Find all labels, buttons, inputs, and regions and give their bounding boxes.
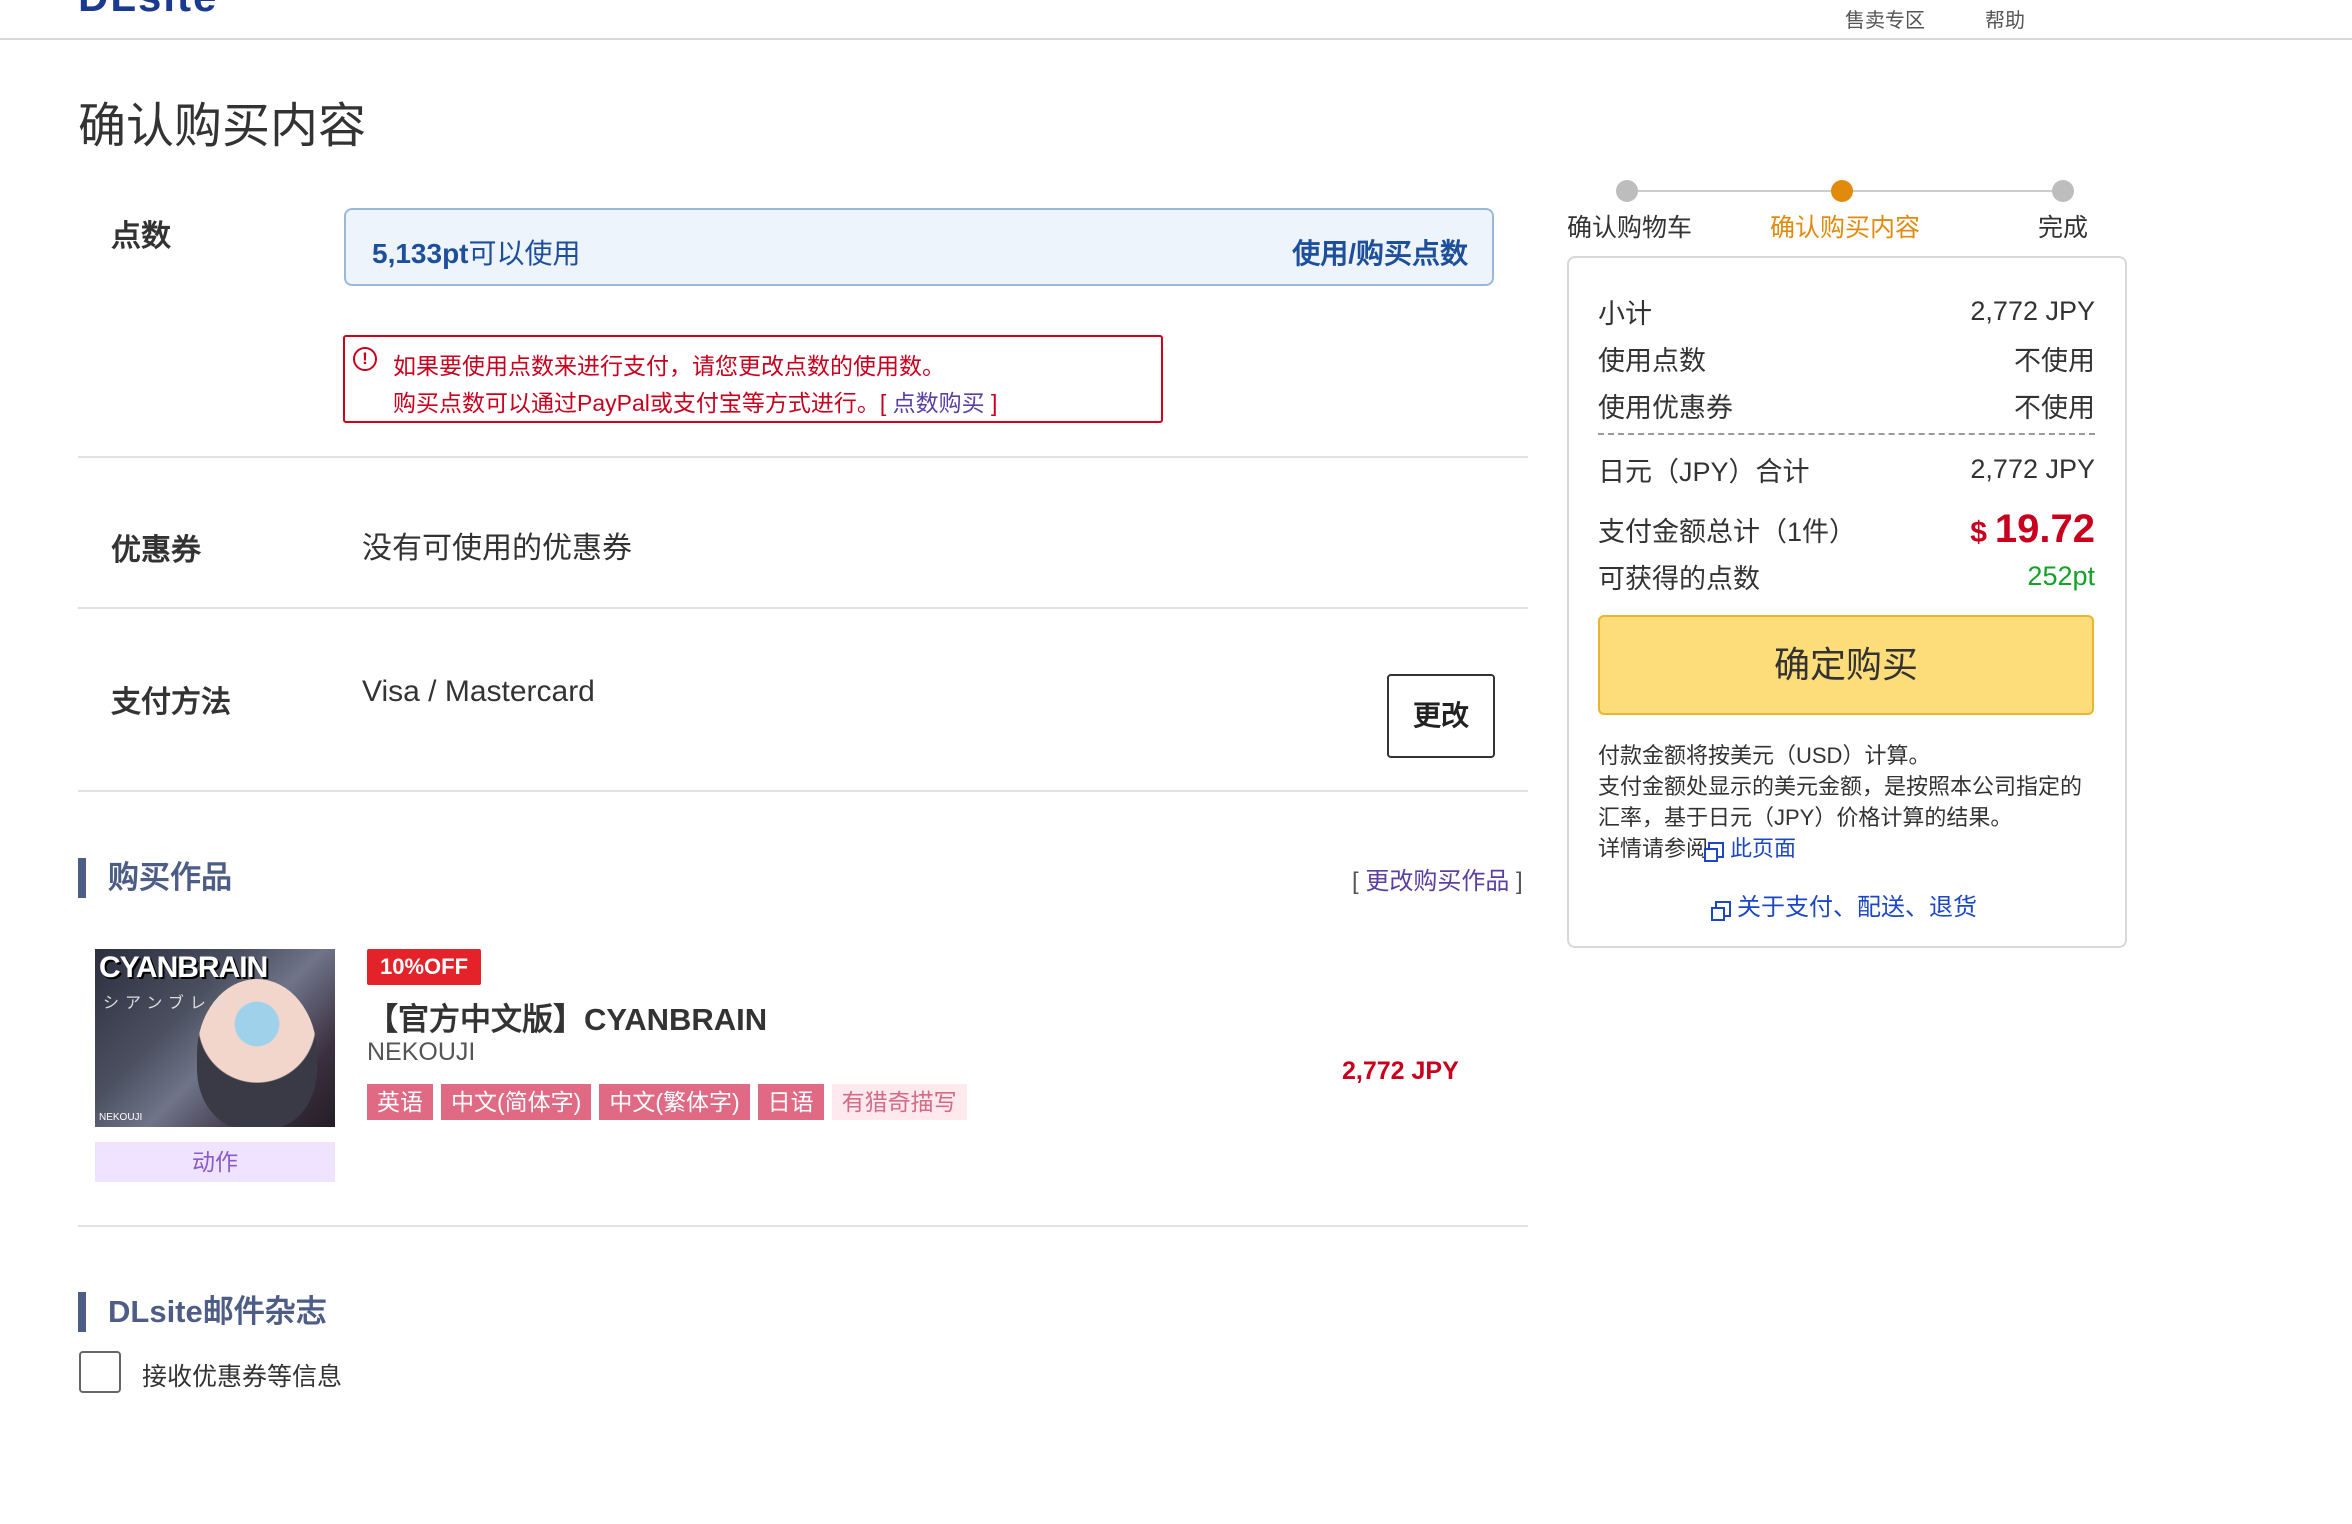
thumbnail-subtitle: シアンブレイン xyxy=(103,995,256,1012)
points-warning: ! 如果要使用点数来进行支付，请您更改点数的使用数。 购买点数可以通过PayPa… xyxy=(343,335,1163,423)
coupon-used-row: 使用优惠券 不使用 xyxy=(1598,392,2095,423)
warning-line-2: 购买点数可以通过PayPal或支付宝等方式进行。[ 点数购买 ] xyxy=(393,390,998,416)
external-link-icon xyxy=(1711,900,1731,921)
tag-chinese-traditional: 中文(繁体字) xyxy=(599,1084,750,1120)
step-dot-confirm xyxy=(1831,180,1853,202)
change-items-anchor[interactable]: 更改购买作品 xyxy=(1365,868,1509,895)
tag-chinese-simplified: 中文(简体字) xyxy=(441,1084,592,1120)
warning-line-1: 如果要使用点数来进行支付，请您更改点数的使用数。 xyxy=(393,353,945,379)
newsletter-checkbox[interactable] xyxy=(79,1351,121,1393)
summary-divider xyxy=(1598,433,2095,435)
divider xyxy=(78,456,1528,458)
coupon-value: 没有可使用的优惠券 xyxy=(362,532,632,565)
step-label-cart: 确认购物车 xyxy=(1567,214,1693,242)
payment-policy-link[interactable]: 关于支付、配送、退货 xyxy=(1711,887,1977,922)
earn-points-row: 可获得的点数 252pt xyxy=(1598,560,2095,594)
divider xyxy=(78,607,1528,609)
product-thumbnail[interactable]: CYANBRAIN シアンブレイン NEKOUJI xyxy=(95,949,335,1127)
product-price: 2,772 JPY xyxy=(1342,1057,1459,1085)
thumbnail-brand: NEKOUJI xyxy=(99,1112,143,1123)
genre-badge[interactable]: 动作 xyxy=(95,1142,335,1182)
section-title-newsletter: DLsite邮件杂志 xyxy=(78,1292,327,1332)
step-label-complete: 完成 xyxy=(2038,214,2089,242)
buy-points-link[interactable]: 点数购买 xyxy=(893,390,985,416)
divider xyxy=(78,1225,1528,1227)
step-dot-complete xyxy=(2052,180,2074,202)
divider xyxy=(78,790,1528,792)
tag-japanese: 日语 xyxy=(757,1084,824,1120)
points-used-row: 使用点数 不使用 xyxy=(1598,345,2095,376)
note-line-3: 汇率，基于日元（JPY）价格计算的结果。 xyxy=(1598,805,2013,830)
external-link-icon xyxy=(1704,842,1725,863)
tag-content-warning: 有猎奇描写 xyxy=(831,1084,967,1120)
details-page-link[interactable]: 此页面 xyxy=(1704,836,1796,863)
points-box: 5,133pt可以使用 使用/购买点数 xyxy=(344,208,1494,286)
step-label-confirm: 确认购买内容 xyxy=(1770,214,1921,242)
note-line-2: 支付金额处显示的美元金额，是按照本公司指定的 xyxy=(1598,774,2083,799)
product-title[interactable]: 【官方中文版】CYANBRAIN xyxy=(367,994,767,1039)
note-line-4: 详情请参阅 此页面 xyxy=(1598,836,1797,863)
subtotal-row: 小计 2,772 JPY xyxy=(1598,295,2095,329)
payment-method-value: Visa / Mastercard xyxy=(362,675,595,708)
confirm-purchase-button[interactable]: 确定购买 xyxy=(1598,615,2094,715)
thumbnail-title: CYANBRAIN xyxy=(99,951,268,984)
change-payment-button[interactable]: 更改 xyxy=(1387,674,1495,758)
product-tags: 英语 中文(简体字) 中文(繁体字) 日语 有猎奇描写 xyxy=(367,1084,967,1120)
points-available: 5,133pt可以使用 xyxy=(372,238,581,269)
tag-english: 英语 xyxy=(367,1084,433,1120)
sales-area-link[interactable]: 售卖专区 xyxy=(1845,4,1925,33)
section-title-items: 购买作品 xyxy=(78,858,232,898)
note-line-1: 付款金额将按美元（USD）计算。 xyxy=(1598,743,1931,768)
points-label: 点数 xyxy=(111,220,171,253)
pay-total-row: 支付金额总计（1件） $19.72 xyxy=(1598,506,2095,551)
payment-label: 支付方法 xyxy=(111,686,231,719)
product-maker[interactable]: NEKOUJI xyxy=(367,1038,475,1067)
jpy-total-row: 日元（JPY）合计 2,772 JPY xyxy=(1598,453,2095,487)
use-buy-points-link[interactable]: 使用/购买点数 xyxy=(1292,232,1468,272)
help-link[interactable]: 帮助 xyxy=(1985,4,2025,33)
coupon-label: 优惠券 xyxy=(111,534,201,567)
step-dot-cart xyxy=(1616,180,1638,202)
newsletter-checkbox-label[interactable]: 接收优惠券等信息 xyxy=(142,1357,342,1393)
alert-icon: ! xyxy=(353,347,377,371)
discount-badge: 10%OFF xyxy=(367,949,481,985)
change-items-link: [ 更改购买作品 ] xyxy=(1352,868,1523,895)
page-title: 确认购买内容 xyxy=(78,100,367,153)
site-logo[interactable]: DLsite xyxy=(78,0,254,12)
